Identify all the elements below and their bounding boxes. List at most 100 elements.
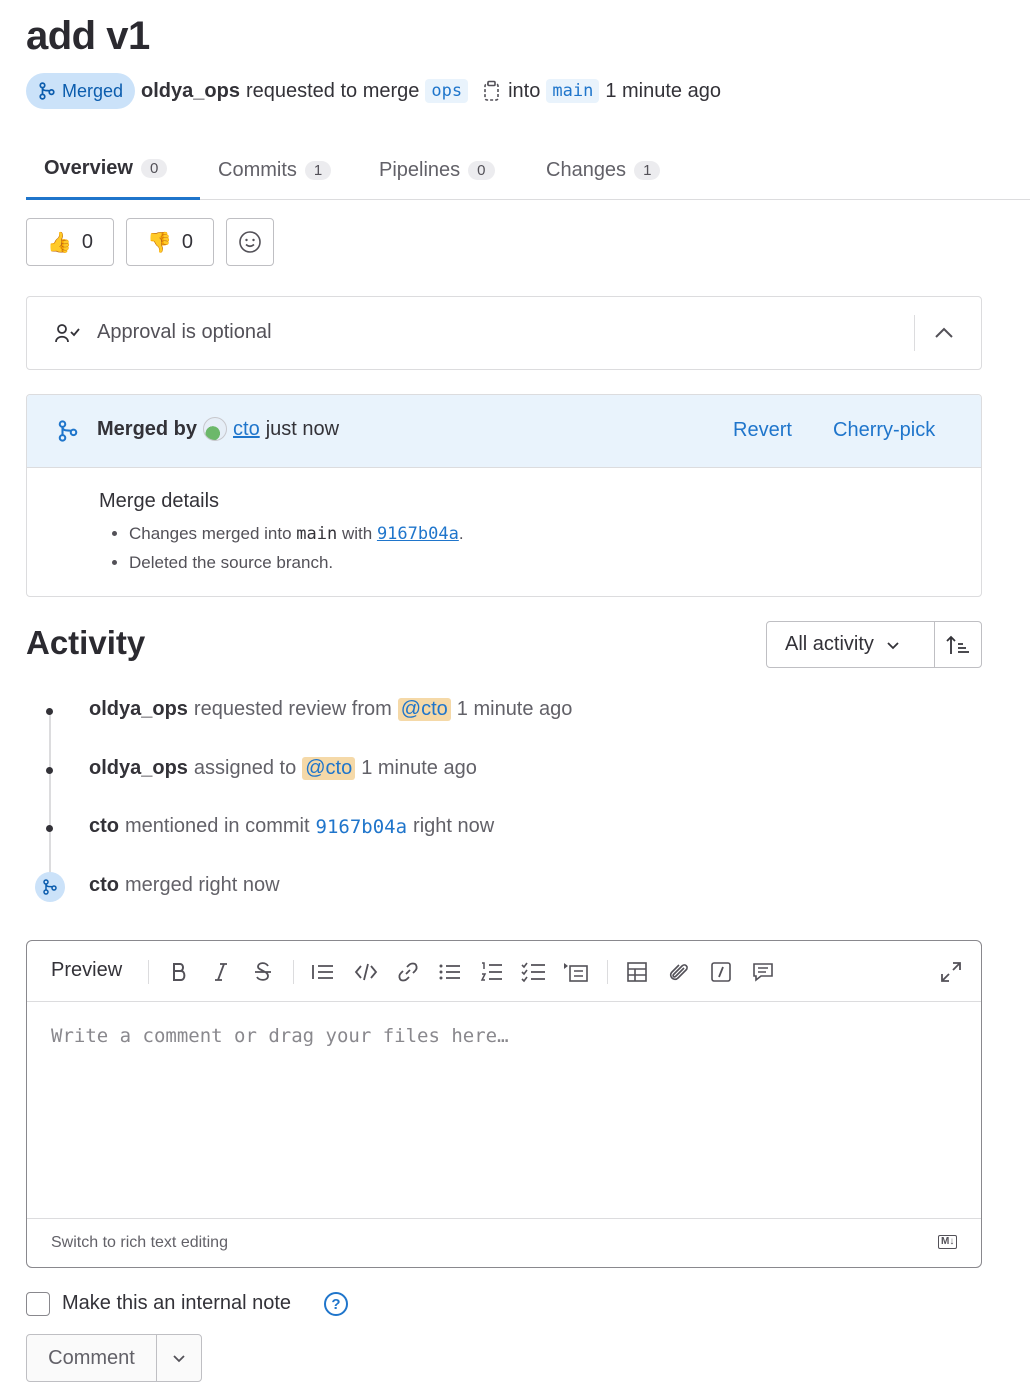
- fullscreen-icon[interactable]: [938, 959, 964, 985]
- collapsible-section-icon[interactable]: [563, 959, 589, 985]
- approval-user-icon: [55, 324, 80, 343]
- activity-user[interactable]: cto: [89, 874, 119, 897]
- status-label: Merged: [62, 80, 124, 101]
- tab-label: Overview: [44, 157, 133, 179]
- merge-widget: Merged by cto just now Revert Cherry-pic…: [26, 394, 982, 597]
- activity-text: requested review from: [193, 698, 392, 720]
- strikethrough-icon[interactable]: [250, 959, 276, 985]
- quick-actions-icon[interactable]: [708, 959, 734, 985]
- mention[interactable]: @cto: [302, 757, 356, 780]
- table-icon[interactable]: [624, 959, 650, 985]
- thumbs-up-button[interactable]: 👍 0: [26, 218, 114, 266]
- comment-template-icon[interactable]: [750, 959, 776, 985]
- add-reaction-button[interactable]: [226, 218, 274, 266]
- merge-icon: [39, 82, 55, 100]
- activity-time: 1 minute ago: [361, 757, 477, 779]
- tab-pipelines[interactable]: Pipelines 0: [361, 140, 513, 200]
- internal-note-checkbox[interactable]: [26, 1292, 50, 1316]
- merge-details-title: Merge details: [99, 490, 220, 512]
- bullet-list-icon[interactable]: [437, 959, 463, 985]
- thumbs-down-button[interactable]: 👎 0: [126, 218, 214, 266]
- switch-rich-text-link[interactable]: Switch to rich text editing: [51, 1234, 228, 1252]
- sort-direction-button[interactable]: [935, 622, 981, 667]
- activity-filter-dropdown[interactable]: All activity: [767, 622, 935, 667]
- merge-details-list: Changes merged into main with 9167b04a. …: [129, 524, 464, 582]
- list-item: Changes merged into main with 9167b04a.: [129, 524, 464, 544]
- toolbar-divider: [148, 960, 149, 984]
- chevron-up-icon[interactable]: [933, 324, 955, 342]
- tab-count: 0: [140, 159, 168, 178]
- comment-options-toggle[interactable]: [157, 1335, 201, 1381]
- preview-button[interactable]: Preview: [51, 959, 122, 982]
- author-link[interactable]: oldya_ops: [141, 80, 240, 103]
- timeline-merge-marker: [35, 872, 65, 902]
- bold-icon[interactable]: [166, 959, 192, 985]
- thumbs-down-count: 0: [181, 230, 194, 253]
- tab-count: 0: [468, 160, 495, 180]
- activity-item: oldya_ops assigned to @cto 1 minute ago: [89, 757, 477, 780]
- merge-icon: [43, 879, 57, 895]
- list-item: Deleted the source branch.: [129, 553, 464, 573]
- status-badge: Merged: [26, 73, 136, 109]
- merged-by-user-link[interactable]: cto: [233, 418, 260, 441]
- thumbs-down-icon: 👎: [146, 231, 172, 254]
- cherry-pick-button[interactable]: Cherry-pick: [833, 419, 935, 442]
- merge-detail-text: Changes merged into: [129, 524, 292, 543]
- activity-heading: Activity: [26, 624, 146, 661]
- target-branch[interactable]: main: [546, 79, 600, 103]
- editor-footer: Switch to rich text editing M↓: [27, 1218, 981, 1268]
- markdown-icon: M↓: [938, 1235, 958, 1249]
- copy-branch-icon[interactable]: [482, 80, 502, 102]
- mr-tabs: Overview 0 Commits 1 Pipelines 0 Changes…: [26, 140, 1030, 200]
- toolbar-divider: [607, 960, 608, 984]
- chevron-down-icon: [173, 1355, 185, 1363]
- source-branch[interactable]: ops: [425, 79, 469, 103]
- approval-widget: Approval is optional: [26, 296, 982, 370]
- approval-divider: [914, 315, 915, 351]
- tab-commits[interactable]: Commits 1: [200, 140, 349, 200]
- comment-textarea[interactable]: Write a comment or drag your files here…: [51, 1025, 509, 1047]
- thumbs-up-count: 0: [81, 230, 94, 253]
- comment-editor: Preview Write a comment or drag your fil…: [26, 940, 982, 1268]
- tab-count: 1: [304, 160, 332, 180]
- revert-button[interactable]: Revert: [733, 419, 792, 442]
- page-title: add v1: [26, 14, 150, 58]
- activity-item: oldya_ops requested review from @cto 1 m…: [89, 698, 572, 721]
- activity-user[interactable]: cto: [89, 815, 119, 838]
- help-icon[interactable]: ?: [324, 1292, 348, 1316]
- attach-file-icon[interactable]: [666, 959, 692, 985]
- timeline-dot: [46, 767, 53, 774]
- merge-commit-link[interactable]: 9167b04a: [377, 524, 459, 544]
- mr-meta: Merged oldya_ops requested to merge ops …: [26, 73, 721, 109]
- merge-widget-header: Merged by cto just now Revert Cherry-pic…: [27, 395, 981, 468]
- task-list-icon[interactable]: [521, 959, 547, 985]
- code-icon[interactable]: [353, 959, 379, 985]
- tab-changes[interactable]: Changes 1: [528, 140, 678, 200]
- link-icon[interactable]: [395, 959, 421, 985]
- italic-icon[interactable]: [208, 959, 234, 985]
- activity-item: cto mentioned in commit 9167b04a right n…: [89, 815, 494, 838]
- numbered-list-icon[interactable]: [479, 959, 505, 985]
- smiley-icon: [239, 231, 261, 253]
- mention[interactable]: @cto: [397, 698, 451, 721]
- quote-icon[interactable]: [310, 959, 336, 985]
- activity-text: assigned to: [193, 757, 297, 779]
- tab-label: Commits: [218, 158, 297, 181]
- merge-detail-with: with: [341, 524, 373, 543]
- comment-button[interactable]: Comment: [27, 1335, 157, 1381]
- tab-label: Pipelines: [379, 158, 461, 181]
- meta-time: 1 minute ago: [605, 79, 721, 102]
- tab-overview[interactable]: Overview 0: [26, 140, 200, 200]
- comment-split-button: Comment: [26, 1334, 202, 1382]
- commit-link[interactable]: 9167b04a: [316, 816, 408, 838]
- activity-user[interactable]: oldya_ops: [89, 698, 188, 721]
- meta-action: requested to merge: [245, 79, 420, 102]
- activity-user[interactable]: oldya_ops: [89, 757, 188, 780]
- toolbar-divider: [293, 960, 294, 984]
- thumbs-up-icon: 👍: [46, 231, 72, 254]
- timeline-dot: [46, 708, 53, 715]
- tab-label: Changes: [546, 158, 627, 181]
- tab-count: 1: [634, 160, 661, 180]
- activity-text: merged right now: [125, 874, 280, 896]
- editor-toolbar: Preview: [27, 941, 981, 1002]
